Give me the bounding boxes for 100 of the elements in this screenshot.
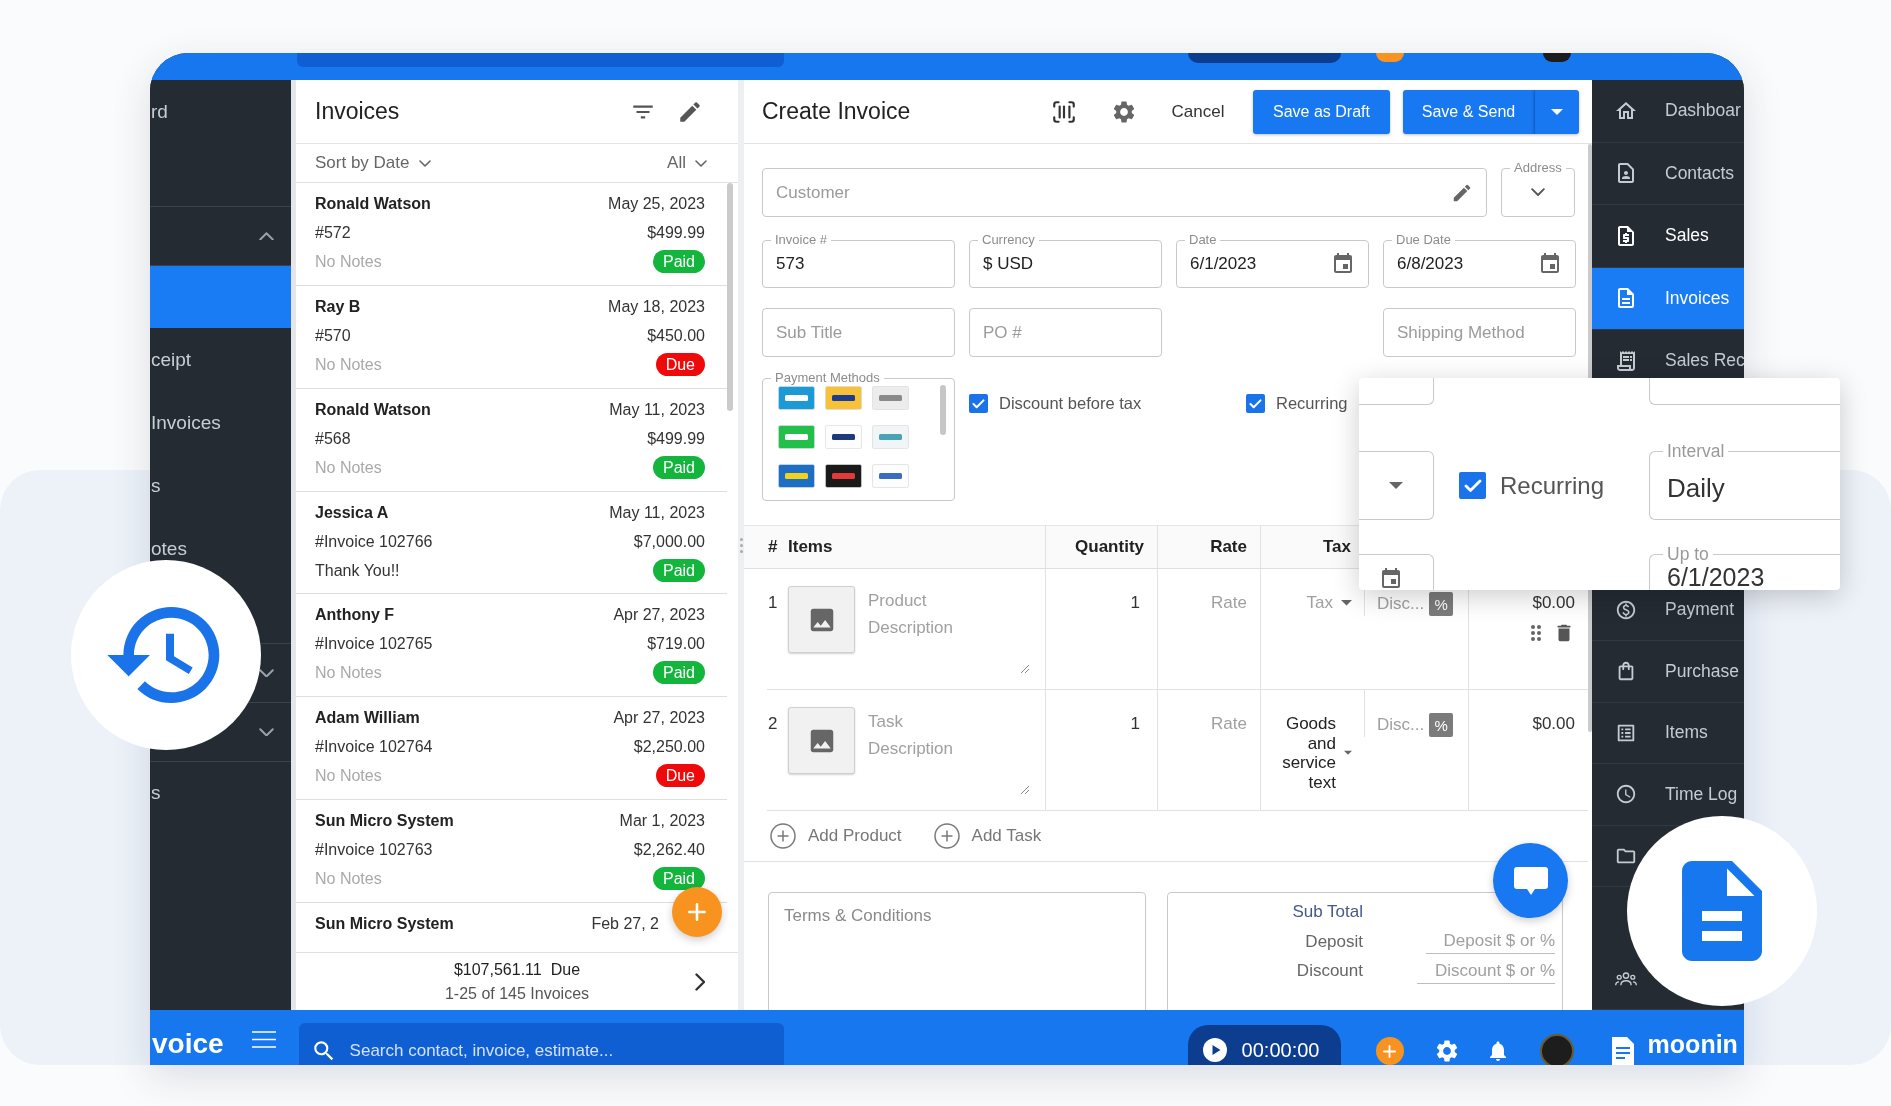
nav-item[interactable]: Purchase	[1665, 660, 1739, 682]
nav-item[interactable]: Sales	[1665, 225, 1709, 247]
customer-name[interactable]: Ronald Watson	[315, 394, 431, 424]
clock-icon[interactable]	[1615, 783, 1637, 806]
sort-dropdown[interactable]: Sort by Date	[315, 153, 431, 173]
nav-item[interactable]: s	[151, 474, 161, 497]
address-field[interactable]: Address	[1501, 161, 1575, 217]
search-field[interactable]	[297, 53, 784, 67]
add-button[interactable]: Add Task	[933, 823, 1042, 849]
chevron-down-icon	[695, 159, 707, 167]
chevron-down-icon[interactable]	[259, 668, 274, 678]
resize-grip-icon[interactable]	[1020, 785, 1030, 795]
nav-item[interactable]: Dashboar	[1665, 100, 1741, 122]
input-field[interactable]: Date 6/1/2023	[1176, 233, 1369, 288]
avatar-icon[interactable]	[1539, 1034, 1574, 1065]
resize-grip-icon[interactable]	[1020, 664, 1030, 674]
chevron-down-icon[interactable]	[259, 727, 274, 737]
drag-handle-icon[interactable]	[1531, 625, 1541, 641]
image-icon[interactable]	[788, 586, 855, 653]
column-header: Quantity	[1075, 537, 1144, 557]
cancel-button[interactable]: Cancel	[1170, 101, 1226, 122]
customer-name[interactable]: Jessica A	[315, 497, 389, 527]
checkbox[interactable]	[969, 394, 988, 413]
people-icon[interactable]	[1615, 971, 1637, 986]
calendar-icon[interactable]	[1331, 252, 1355, 276]
input-field[interactable]: Currency $ USD	[969, 233, 1162, 288]
calendar-icon[interactable]	[1379, 567, 1403, 590]
resize-handle-icon[interactable]	[739, 538, 743, 553]
checkbox[interactable]	[1246, 394, 1265, 413]
payment-logo-icon[interactable]	[872, 464, 909, 488]
nav-item[interactable]: rd	[151, 100, 168, 123]
customer-name[interactable]: Ronald Watson	[315, 189, 431, 218]
quantity-field[interactable]: 1	[1130, 714, 1140, 734]
field-label: Due Date	[1392, 233, 1455, 247]
menu-icon[interactable]	[251, 1031, 276, 1048]
input-field[interactable]	[1649, 378, 1840, 405]
image-icon[interactable]	[788, 707, 855, 774]
nav-item[interactable]: ceipt	[151, 348, 192, 371]
invoice-amount: $499.99	[647, 223, 705, 243]
total-label: Discount	[1296, 961, 1363, 981]
nav-item[interactable]: Invoices	[1592, 267, 1744, 330]
add-button[interactable]	[1375, 1037, 1404, 1065]
payment-logo-icon[interactable]	[825, 386, 862, 410]
customer-name[interactable]: Sun Micro System	[315, 908, 454, 938]
invoice-number: #Invoice 102764	[315, 737, 433, 758]
column-header: #	[768, 537, 778, 557]
row-number: 2	[768, 714, 778, 733]
input-field[interactable]: Invoice # 573	[762, 233, 955, 288]
invoice-notes: No Notes	[315, 869, 382, 890]
payment-logo-icon[interactable]	[825, 464, 862, 488]
input-field[interactable]	[1359, 378, 1434, 405]
receipt-icon[interactable]	[1614, 348, 1638, 373]
status-badge: Due	[655, 352, 705, 376]
calendar-icon[interactable]	[1538, 252, 1562, 276]
invoice-date: May 11, 2023	[609, 502, 705, 523]
chevron-right-icon[interactable]	[694, 972, 705, 991]
caret-down-icon	[1389, 482, 1403, 489]
input-field[interactable]: Due Date 6/8/2023	[1383, 233, 1576, 288]
checkbox-label: Discount before tax	[999, 394, 1142, 413]
invoice-notes: No Notes	[315, 252, 382, 272]
customer-name[interactable]: Anthony F	[315, 600, 395, 630]
nav-item[interactable]: Payment	[1665, 599, 1735, 621]
customer-name[interactable]: Adam William	[315, 703, 420, 733]
nav-item[interactable]: Contacts	[1665, 162, 1735, 184]
nav-item[interactable]: s	[151, 782, 161, 804]
tax-dropdown[interactable]: Goods and service text	[1261, 714, 1352, 792]
nav-item[interactable]: Items	[1665, 722, 1708, 744]
invoice-number: #570	[315, 325, 351, 346]
customer-name[interactable]: Ray B	[315, 291, 361, 321]
due-label: Due	[550, 959, 581, 980]
status-badge: Paid	[652, 558, 705, 582]
status-badge: Paid	[652, 867, 705, 891]
payment-logo-icon[interactable]	[825, 425, 862, 449]
checkbox[interactable]	[1459, 472, 1486, 499]
filter-dropdown[interactable]: All	[667, 153, 707, 173]
nav-item[interactable]: otes	[151, 537, 187, 560]
input-field[interactable]: Up to 6/1/2023	[1649, 544, 1840, 590]
save-draft-button[interactable]: Save as Draft	[1253, 89, 1390, 134]
barcode-icon[interactable]	[1051, 98, 1077, 125]
input-field[interactable]: Interval Daily	[1649, 441, 1840, 520]
save-send-button[interactable]: Save & Send	[1403, 89, 1534, 134]
chevron-up-icon[interactable]	[259, 231, 274, 241]
nav-item[interactable]: Sales Rec	[1665, 350, 1744, 372]
customer-name[interactable]: Sun Micro System	[315, 806, 454, 836]
search-field[interactable]: Search contact, invoice, estimate...	[298, 1023, 784, 1065]
column-header: Tax	[1322, 537, 1351, 557]
add-button[interactable]: Add Product	[770, 823, 902, 849]
invoice-count: 1-25 of 145 Invoices	[444, 983, 590, 1004]
dropdown-button[interactable]	[1534, 89, 1579, 134]
nav-item[interactable]: Invoices	[151, 411, 221, 434]
input-field[interactable]	[1359, 554, 1434, 590]
percent-button[interactable]: %	[1429, 713, 1454, 737]
timer-button[interactable]: 00:00:00	[1187, 1025, 1341, 1065]
invoice-notes: No Notes	[315, 766, 382, 787]
field-label: Date	[1185, 233, 1221, 247]
dropdown-field[interactable]	[1359, 451, 1434, 520]
quantity-field[interactable]: 1	[1130, 593, 1140, 613]
nav-item[interactable]: Time Log	[1665, 783, 1738, 805]
percent-button[interactable]: %	[1429, 592, 1454, 616]
chevron-down-icon	[1531, 188, 1545, 197]
